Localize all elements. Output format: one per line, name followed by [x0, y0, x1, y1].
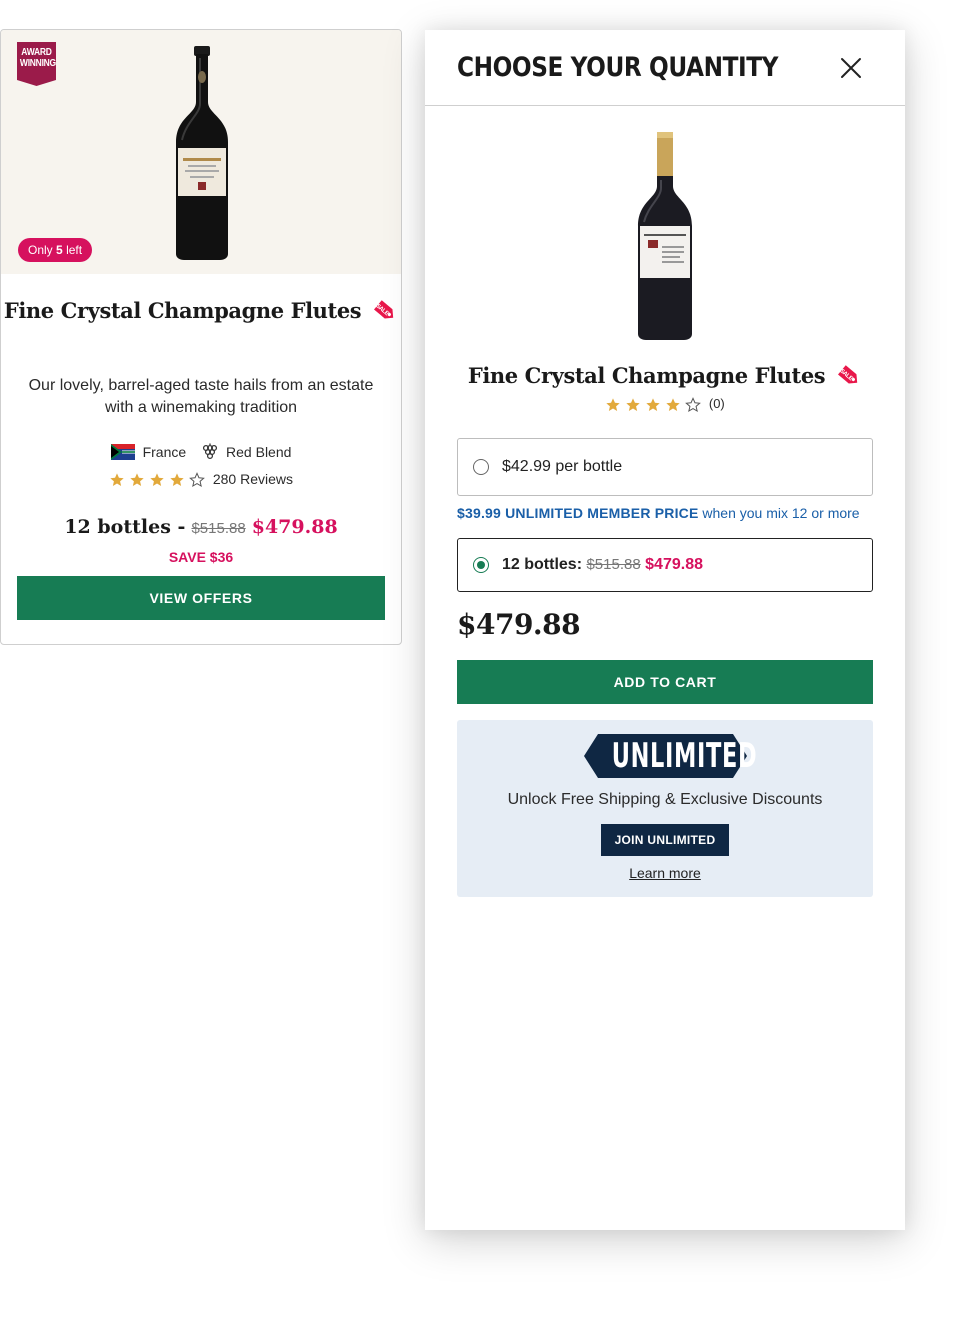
- savings-label: SAVE $36: [168, 549, 234, 565]
- product-image-area[interactable]: AWARD WINNING Only 5 left: [1, 30, 401, 274]
- star-empty-icon: [685, 396, 702, 412]
- country-label: France: [142, 444, 187, 461]
- award-line-1: AWARD: [21, 47, 52, 58]
- unlimited-text: Unlock Free Shipping & Exclusive Discoun…: [507, 791, 823, 808]
- flag-icon: [110, 444, 135, 461]
- star-filled-icon: [170, 473, 184, 487]
- original-price: $515.88: [191, 520, 246, 537]
- unlimited-logo: UNLIMITED: [584, 734, 757, 778]
- star-filled-icon: [150, 473, 164, 487]
- unlimited-promo: UNLIMITED Unlock Free Shipping & Exclusi…: [457, 720, 873, 897]
- price-quantity: 12 bottles -: [64, 516, 186, 538]
- star-filled-icon: [606, 397, 620, 411]
- modal-title: CHOOSE YOUR QUANTITY: [457, 52, 778, 83]
- product-meta: France Red Blend: [1, 443, 401, 461]
- sale-tag-icon: SALE: [838, 365, 858, 384]
- product-description: Our lovely, barrel-aged taste hails from…: [28, 377, 374, 416]
- wine-bottle-image: [638, 132, 692, 340]
- add-to-cart-button[interactable]: ADD TO CART: [457, 660, 873, 704]
- award-line-2: WINNING: [19, 58, 56, 69]
- sale-price: $479.88: [251, 516, 338, 538]
- star-filled-icon: [626, 397, 640, 411]
- modal-header: CHOOSE YOUR QUANTITY: [425, 30, 905, 106]
- quantity-modal: CHOOSE YOUR QUANTITY Fine Crystal Champa…: [425, 30, 905, 1230]
- option-case[interactable]: 12 bottles: $515.88 $479.88: [457, 538, 873, 592]
- product-title[interactable]: Fine Crystal Champagne Flutes SALE: [1, 298, 401, 326]
- product-rating[interactable]: 280 Reviews: [1, 471, 401, 488]
- member-note: when you mix 12 or more: [702, 505, 860, 521]
- star-filled-icon: [130, 473, 144, 487]
- award-badge: AWARD WINNING: [17, 42, 56, 86]
- product-price: 12 bottles - $515.88 $479.88: [1, 516, 401, 538]
- view-offers-button[interactable]: VIEW OFFERS: [17, 576, 385, 620]
- stock-badge: Only 5 left: [18, 238, 93, 262]
- option-single-bottle[interactable]: $42.99 per bottle: [457, 438, 873, 496]
- varietal-item: Red Blend: [202, 443, 291, 461]
- wine-bottle-image: [176, 46, 228, 260]
- review-count: 280 Reviews: [212, 471, 294, 487]
- join-unlimited-button[interactable]: JOIN UNLIMITED: [601, 824, 729, 856]
- grape-icon: [202, 443, 218, 460]
- sale-tag-icon: SALE: [374, 300, 394, 319]
- member-price: $39.99 UNLIMITED MEMBER PRICE: [457, 505, 699, 521]
- star-filled-icon: [110, 473, 124, 487]
- rating-stars: [109, 472, 209, 488]
- product-card[interactable]: AWARD WINNING Only 5 left Fine Crystal C…: [0, 29, 402, 645]
- learn-more-link[interactable]: Learn more: [457, 865, 873, 881]
- star-filled-icon: [666, 397, 680, 411]
- option-case-sale-price: $479.88: [645, 556, 703, 573]
- radio-case[interactable]: [473, 557, 489, 573]
- star-empty-icon: [189, 472, 205, 488]
- modal-rating-count: (0): [708, 396, 725, 411]
- option-single-label: $42.99 per bottle: [502, 458, 623, 475]
- stock-count: 5: [56, 243, 63, 257]
- modal-product-name: Fine Crystal Champagne Flutes SALE: [425, 363, 905, 391]
- country-item: France: [110, 444, 187, 461]
- option-case-original-price: $515.88: [586, 556, 641, 573]
- member-price-line: $39.99 UNLIMITED MEMBER PRICE when you m…: [457, 505, 860, 521]
- radio-single-bottle[interactable]: [473, 459, 489, 475]
- rating-stars: [605, 396, 705, 413]
- star-filled-icon: [646, 397, 660, 411]
- modal-rating[interactable]: (0): [425, 396, 905, 413]
- close-icon[interactable]: [839, 56, 863, 80]
- varietal-label: Red Blend: [226, 444, 292, 461]
- total-price: $479.88: [457, 608, 581, 641]
- option-case-label: 12 bottles: $515.88 $479.88: [502, 556, 703, 573]
